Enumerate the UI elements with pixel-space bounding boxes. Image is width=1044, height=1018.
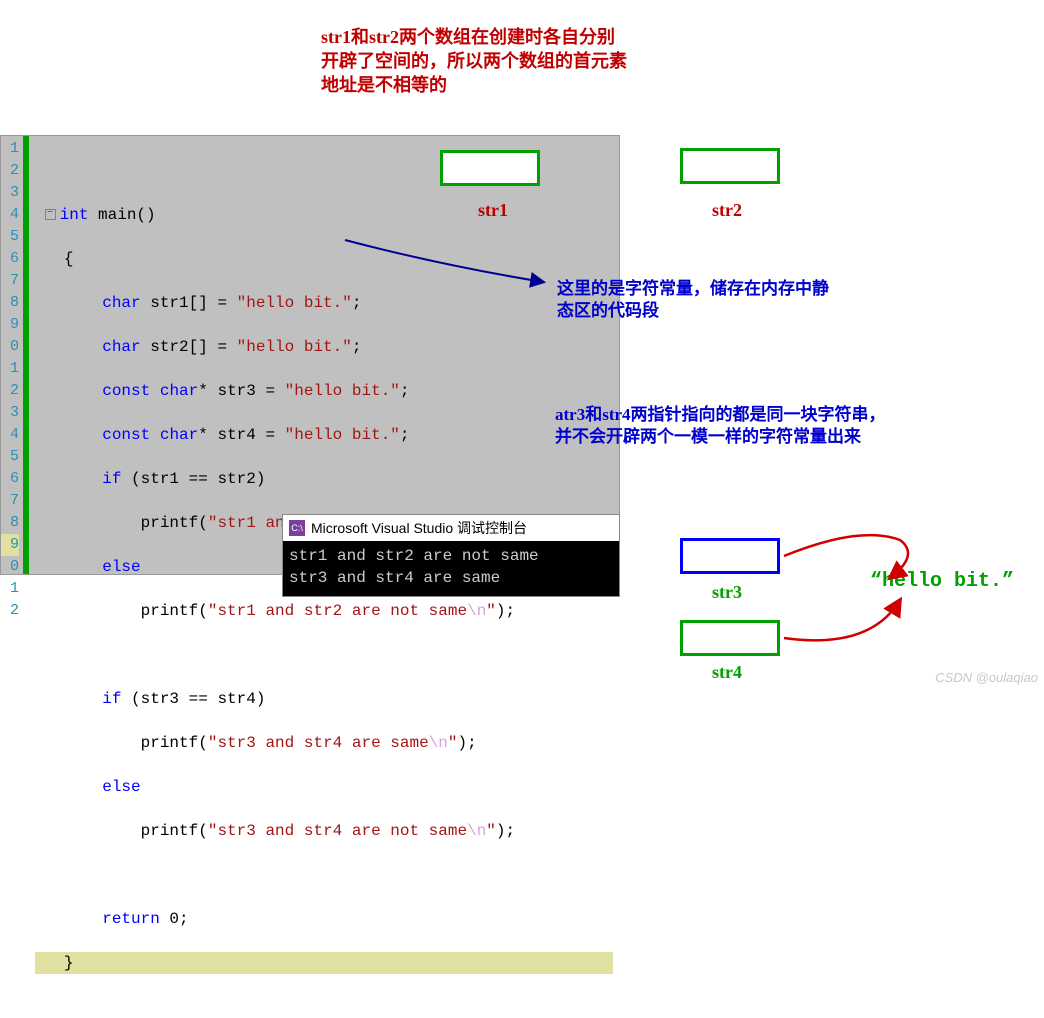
box-str4 — [680, 620, 780, 656]
gutter-num: 1 — [1, 358, 19, 380]
console-title-text: Microsoft Visual Studio 调试控制台 — [311, 518, 527, 538]
gutter-num: 3 — [1, 182, 19, 204]
console-titlebar: C:\ Microsoft Visual Studio 调试控制台 — [283, 515, 619, 541]
gutter-num: 1 — [1, 138, 19, 160]
top-annotation-line: str1和str2两个数组在创建时各自分别 — [321, 25, 627, 49]
gutter-num: 9 — [1, 314, 19, 336]
gutter-num: 7 — [1, 490, 19, 512]
box-str3 — [680, 538, 780, 574]
top-annotation-line: 开辟了空间的，所以两个数组的首元素 — [321, 49, 627, 73]
string-literal: “hello bit.” — [870, 570, 1014, 593]
fold-icon[interactable]: − — [45, 209, 56, 220]
box-str2 — [680, 148, 780, 184]
top-annotation-line: 地址是不相等的 — [321, 73, 627, 97]
gutter-num: 5 — [1, 446, 19, 468]
annotation-const-string: 这里的是字符常量，储存在内存中静 态区的代码段 — [557, 278, 829, 322]
gutter-num: 5 — [1, 226, 19, 248]
code-area: −int main() { char str1[] = "hello bit."… — [29, 136, 619, 574]
arrow-str4-to-literal — [784, 600, 900, 640]
debug-console: C:\ Microsoft Visual Studio 调试控制台 str1 a… — [282, 514, 620, 597]
watermark: CSDN @oulaqiao — [935, 670, 1038, 685]
gutter-num: 0 — [1, 556, 19, 578]
gutter-num: 4 — [1, 424, 19, 446]
annotation-pointer-same: atr3和str4两指针指向的都是同一块字符串， 并不会开辟两个一模一样的字符常… — [555, 404, 886, 448]
label-str4: str4 — [712, 662, 742, 683]
label-str3: str3 — [712, 582, 742, 603]
gutter-num: 8 — [1, 292, 19, 314]
gutter-num: 7 — [1, 270, 19, 292]
gutter-num: 6 — [1, 248, 19, 270]
label-str2: str2 — [712, 200, 742, 221]
gutter-num: 3 — [1, 402, 19, 424]
gutter-num: 2 — [1, 600, 19, 622]
console-output: str1 and str2 are not same str3 and str4… — [283, 541, 619, 596]
gutter-num: 0 — [1, 336, 19, 358]
code-editor: 1 2 3 4 5 6 7 8 9 0 1 2 3 4 5 6 7 8 9 0 … — [0, 135, 620, 575]
gutter-num: 9 — [1, 534, 19, 556]
gutter-num: 2 — [1, 380, 19, 402]
line-gutter: 1 2 3 4 5 6 7 8 9 0 1 2 3 4 5 6 7 8 9 0 … — [1, 136, 23, 574]
label-str1: str1 — [478, 200, 508, 221]
box-str1 — [440, 150, 540, 186]
gutter-num: 1 — [1, 578, 19, 600]
gutter-num: 8 — [1, 512, 19, 534]
top-annotation: str1和str2两个数组在创建时各自分别 开辟了空间的，所以两个数组的首元素 … — [321, 25, 627, 97]
gutter-num: 6 — [1, 468, 19, 490]
gutter-num: 2 — [1, 160, 19, 182]
vs-icon: C:\ — [289, 520, 305, 536]
gutter-num: 4 — [1, 204, 19, 226]
